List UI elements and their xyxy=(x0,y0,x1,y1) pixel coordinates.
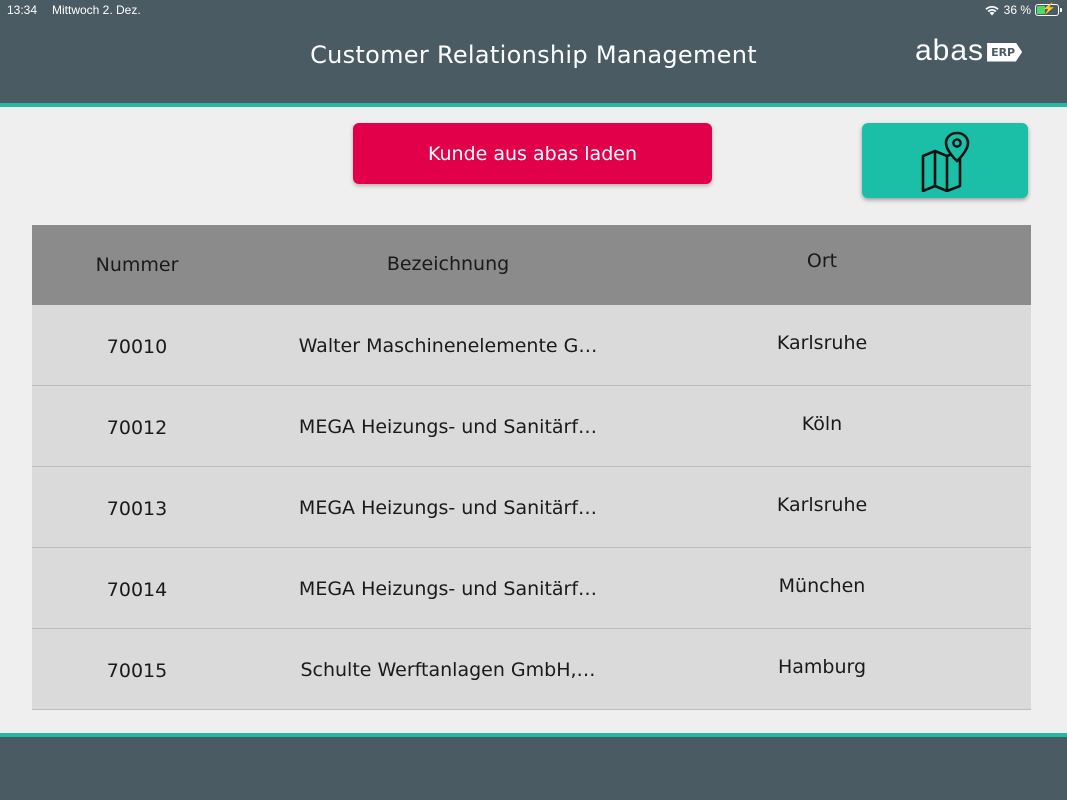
wifi-icon xyxy=(985,5,999,16)
load-customer-button[interactable]: Kunde aus abas laden xyxy=(353,123,712,184)
logo-badge: ERP xyxy=(987,42,1023,62)
app-header: 13:34 Mittwoch 2. Dez. 36 % ⚡ Customer R… xyxy=(0,0,1067,103)
status-time: 13:34 xyxy=(7,3,38,17)
row-number: 70012 xyxy=(106,417,168,439)
table-header: Nummer Bezeichnung Ort xyxy=(32,225,1031,305)
header-accent-line xyxy=(0,103,1067,107)
row-name: Walter Maschinenelemente G… xyxy=(298,335,598,357)
app-footer xyxy=(0,737,1067,800)
map-pin-icon xyxy=(921,131,970,192)
status-bar: 13:34 Mittwoch 2. Dez. 36 % ⚡ xyxy=(0,0,1067,20)
row-city: München xyxy=(778,575,866,597)
row-city: Karlsruhe xyxy=(776,332,868,354)
row-name: MEGA Heizungs- und Sanitärf… xyxy=(298,578,598,600)
row-number: 70010 xyxy=(106,336,168,358)
header-city[interactable]: Ort xyxy=(722,250,922,272)
battery-icon: ⚡ xyxy=(1035,3,1062,16)
battery-percent: 36 % xyxy=(1003,3,1031,17)
row-number: 70015 xyxy=(106,660,168,682)
status-date: Mittwoch 2. Dez. xyxy=(52,3,141,17)
header-number[interactable]: Nummer xyxy=(92,254,182,276)
row-number: 70014 xyxy=(106,579,168,601)
table-row[interactable]: 70013 MEGA Heizungs- und Sanitärf… Karls… xyxy=(32,467,1031,548)
row-city: Hamburg xyxy=(777,656,867,678)
abas-erp-logo: abas ERP xyxy=(915,34,1023,68)
table-row[interactable]: 70010 Walter Maschinenelemente G… Karlsr… xyxy=(32,305,1031,386)
table-row[interactable]: 70014 MEGA Heizungs- und Sanitärf… Münch… xyxy=(32,548,1031,629)
table-row[interactable]: 70015 Schulte Werftanlagen GmbH,… Hambur… xyxy=(32,629,1031,710)
row-number: 70013 xyxy=(106,498,168,520)
map-button[interactable] xyxy=(862,123,1028,198)
charging-bolt-icon: ⚡ xyxy=(1042,3,1056,15)
customer-table: Nummer Bezeichnung Ort 70010 Walter Masc… xyxy=(32,225,1031,710)
table-row[interactable]: 70012 MEGA Heizungs- und Sanitärf… Köln xyxy=(32,386,1031,467)
row-city: Köln xyxy=(801,413,843,435)
row-name: Schulte Werftanlagen GmbH,… xyxy=(300,659,596,681)
status-right: 36 % ⚡ xyxy=(984,3,1062,17)
page-title: Customer Relationship Management xyxy=(310,41,757,69)
logo-text: abas xyxy=(915,34,985,67)
row-name: MEGA Heizungs- und Sanitärf… xyxy=(298,416,598,438)
header-name[interactable]: Bezeichnung xyxy=(268,253,628,275)
row-name: MEGA Heizungs- und Sanitärf… xyxy=(298,497,598,519)
row-city: Karlsruhe xyxy=(776,494,868,516)
